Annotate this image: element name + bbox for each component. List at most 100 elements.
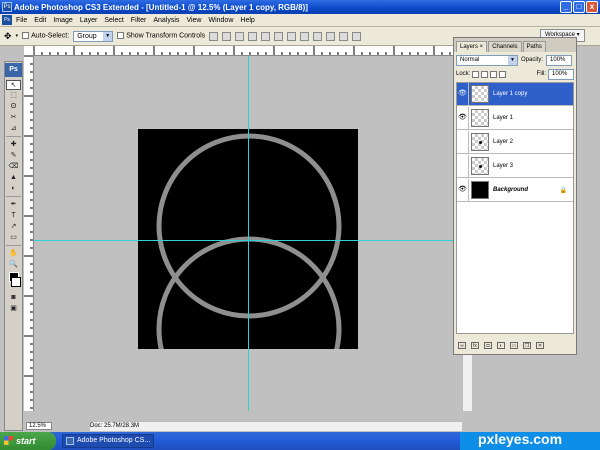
app-icon[interactable]: Ps — [2, 2, 12, 12]
lasso-tool[interactable]: ʘ — [6, 102, 21, 112]
quick-mask-icon[interactable]: ◙ — [6, 293, 21, 303]
marquee-tool[interactable]: ⬚ — [6, 91, 21, 101]
new-layer-icon[interactable]: ❐ — [523, 341, 531, 349]
eraser-tool[interactable]: ⌫ — [6, 162, 21, 172]
align-top-icon[interactable] — [209, 31, 219, 41]
visibility-eye-icon[interactable]: 👁 — [457, 83, 469, 105]
minimize-button[interactable]: _ — [560, 1, 572, 13]
document-icon[interactable]: Ps — [2, 15, 12, 25]
lower-ring — [156, 236, 342, 422]
path-selection-tool[interactable]: ↗ — [6, 222, 21, 232]
layer-lock-icon: 🔒 — [559, 187, 567, 194]
screen-mode-icon[interactable]: ▣ — [6, 304, 21, 314]
visibility-eye-icon[interactable] — [457, 131, 469, 153]
tab-paths[interactable]: Paths — [522, 41, 546, 52]
layer-thumbnail — [471, 85, 489, 103]
layer-row[interactable]: Layer 2 — [457, 131, 573, 154]
horizontal-guide[interactable] — [34, 240, 462, 241]
adjustment-icon[interactable]: ◐ — [497, 341, 505, 349]
distribute-hcenter-icon[interactable] — [339, 31, 349, 41]
fx-icon[interactable]: fx — [471, 341, 479, 349]
distribute-top-icon[interactable] — [287, 31, 297, 41]
horizontal-ruler[interactable] — [34, 46, 454, 56]
distribute-vcenter-icon[interactable] — [300, 31, 310, 41]
blur-tool[interactable]: ▲ — [6, 173, 21, 183]
opacity-field[interactable]: 100% — [546, 54, 573, 66]
panel-footer: ∞ fx ◘ ◐ ▭ ❐ ✕ — [456, 339, 574, 351]
type-tool[interactable]: T — [6, 211, 21, 221]
vertical-guide[interactable] — [248, 56, 249, 411]
auto-select-label: Auto-Select: — [31, 32, 70, 40]
menu-image[interactable]: Image — [53, 17, 72, 24]
thumbnail-dot — [479, 141, 482, 144]
lock-pixels-icon[interactable] — [481, 70, 489, 78]
close-button[interactable]: x — [586, 1, 598, 13]
distribute-right-icon[interactable] — [352, 31, 362, 41]
slice-tool[interactable]: ⊿ — [6, 124, 21, 134]
auto-select-value: Group — [77, 32, 97, 40]
menu-file[interactable]: File — [16, 17, 27, 24]
move-tool-icon[interactable]: ✥ — [4, 31, 12, 42]
align-left-icon[interactable] — [248, 31, 258, 41]
document-info[interactable]: Doc: 25.7M/28.3M — [90, 422, 160, 430]
align-vcenter-icon[interactable] — [222, 31, 232, 41]
healing-tool[interactable]: ✚ — [6, 140, 21, 150]
photoshop-task-icon — [66, 437, 74, 445]
distribute-left-icon[interactable] — [326, 31, 336, 41]
visibility-eye-icon[interactable] — [457, 155, 469, 177]
lock-transparency-icon[interactable] — [472, 70, 480, 78]
mask-icon[interactable]: ◘ — [484, 341, 492, 349]
auto-select-dropdown[interactable]: Group ▼ — [73, 30, 114, 42]
folder-icon[interactable]: ▭ — [510, 341, 518, 349]
menu-view[interactable]: View — [186, 17, 201, 24]
background-color-swatch[interactable] — [11, 277, 21, 287]
panel-tabs: Layers × Channels Paths — [454, 38, 576, 52]
ruler-origin[interactable] — [24, 46, 34, 56]
vertical-ruler[interactable] — [24, 56, 34, 411]
align-right-icon[interactable] — [274, 31, 284, 41]
layer-name: Layer 1 copy — [493, 91, 528, 97]
tab-channels[interactable]: Channels — [488, 41, 522, 52]
opacity-label: Opacity: — [521, 57, 544, 63]
align-bottom-icon[interactable] — [235, 31, 245, 41]
menu-select[interactable]: Select — [104, 17, 123, 24]
maximize-button[interactable]: □ — [573, 1, 585, 13]
brush-tool[interactable]: ✎ — [6, 151, 21, 161]
crop-tool[interactable]: ✂ — [6, 113, 21, 123]
lock-position-icon[interactable] — [490, 70, 498, 78]
menu-window[interactable]: Window — [208, 17, 233, 24]
fill-field[interactable]: 100% — [548, 68, 574, 80]
layer-row[interactable]: 👁 Layer 1 copy — [457, 83, 573, 106]
layer-row[interactable]: 👁 Layer 1 — [457, 107, 573, 130]
menu-analysis[interactable]: Analysis — [153, 17, 179, 24]
shape-tool[interactable]: ▭ — [6, 233, 21, 243]
link-icon[interactable]: ∞ — [458, 341, 466, 349]
menu-filter[interactable]: Filter — [131, 17, 147, 24]
menu-edit[interactable]: Edit — [34, 17, 46, 24]
layer-thumbnail — [471, 157, 489, 175]
lock-all-icon[interactable] — [499, 70, 507, 78]
tool-preset-arrow-icon[interactable]: ▾ — [16, 33, 19, 39]
layer-row[interactable]: 👁 Background 🔒 — [457, 179, 573, 202]
trash-icon[interactable]: ✕ — [536, 341, 544, 349]
document-area[interactable] — [34, 56, 462, 422]
visibility-eye-icon[interactable]: 👁 — [457, 179, 469, 201]
move-tool[interactable]: ↖ — [6, 79, 21, 90]
taskbar-item-photoshop[interactable]: Adobe Photoshop CS... — [62, 434, 154, 448]
auto-select-checkbox[interactable]: Auto-Select: — [22, 32, 70, 40]
distribute-bottom-icon[interactable] — [313, 31, 323, 41]
zoom-level-field[interactable]: 12.5% — [26, 422, 52, 430]
tab-layers[interactable]: Layers × — [456, 41, 488, 52]
zoom-tool[interactable]: 🔍 — [6, 260, 21, 270]
visibility-eye-icon[interactable]: 👁 — [457, 107, 469, 129]
show-transform-checkbox[interactable]: Show Transform Controls — [117, 32, 205, 40]
align-hcenter-icon[interactable] — [261, 31, 271, 41]
pen-tool[interactable]: ✒ — [6, 200, 21, 210]
layer-row[interactable]: Layer 3 — [457, 155, 573, 178]
layer-name: Background — [493, 187, 529, 193]
menu-layer[interactable]: Layer — [80, 17, 98, 24]
hand-tool[interactable]: ✋ — [6, 249, 21, 259]
dodge-tool[interactable]: ◐ — [6, 184, 21, 194]
menu-help[interactable]: Help — [240, 17, 254, 24]
blend-mode-dropdown[interactable]: Normal ▼ — [456, 54, 518, 66]
